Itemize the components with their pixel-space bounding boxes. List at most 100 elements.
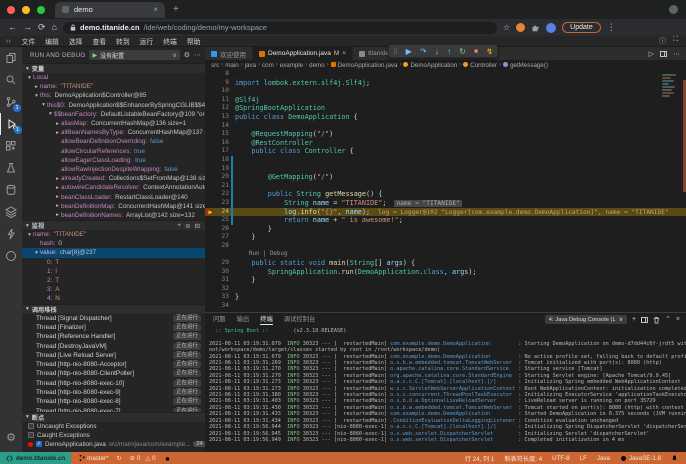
run-debug-icon[interactable]: 1 <box>0 113 23 135</box>
tree-row[interactable]: ▾this:DemoApplication$Controller@85 <box>22 91 205 100</box>
menu-item[interactable]: 转到 <box>111 36 135 46</box>
code-line[interactable]: 26 } <box>205 225 686 234</box>
code-editor[interactable]: 89import lombok.extern.slf4j.Slf4j;1011@… <box>205 70 686 312</box>
source-control-icon[interactable]: 1 <box>0 91 22 113</box>
debug-session-indicator[interactable] <box>164 455 171 462</box>
code-line[interactable]: 25 return name + " is awesome!"; <box>205 216 686 225</box>
menu-item[interactable]: 编辑 <box>40 36 64 46</box>
tree-row[interactable]: ▸beanDefinitionNames:ArrayList@142 size=… <box>22 211 205 220</box>
thread-row[interactable]: Thread [Reference Handler]正在运行 <box>22 332 205 341</box>
manage-gear-icon[interactable]: ⚙ <box>0 426 22 448</box>
database-icon[interactable] <box>0 179 22 201</box>
tree-row[interactable]: ▸alreadyCreated:Collections$SetFromMap@1… <box>22 174 205 183</box>
sync-indicator[interactable]: ↻ <box>117 455 122 462</box>
thread-row[interactable]: Thread [Finalizer]正在运行 <box>22 323 205 332</box>
restart-icon[interactable]: ↻ <box>459 47 466 56</box>
window-zoom-button[interactable] <box>37 6 45 14</box>
menu-item[interactable]: 运行 <box>135 36 159 46</box>
code-line[interactable]: 15 @RequestMapping("/") <box>205 130 686 139</box>
tree-row[interactable]: 1:I <box>22 267 205 276</box>
code-line[interactable]: 29 public static void main(String[] args… <box>205 259 686 268</box>
window-minimize-button[interactable] <box>22 6 30 14</box>
watch-section-header[interactable]: ▾ 监视 + ⊘ ⊟ <box>22 220 205 230</box>
step-into-icon[interactable]: ↓ <box>435 47 439 56</box>
split-editor-icon[interactable] <box>660 51 667 57</box>
bookmark-star-icon[interactable]: ☆ <box>503 23 510 32</box>
back-icon[interactable]: ← <box>8 23 17 32</box>
layers-icon[interactable] <box>0 201 22 223</box>
extensions-puzzle-icon[interactable] <box>531 23 540 32</box>
launch-config-dropdown[interactable]: ▶ 没有配置 ∨ <box>89 50 179 60</box>
breadcrumb-item[interactable]: main <box>225 62 238 69</box>
new-tab-button[interactable]: + <box>173 4 179 15</box>
tree-row[interactable]: 2:T <box>22 276 205 285</box>
codelens-run-debug[interactable]: Run | Debug <box>205 250 686 259</box>
menu-item[interactable]: 文件 <box>17 36 41 46</box>
thread-row[interactable]: Thread [Signal Dispatcher]正在运行 <box>22 314 205 323</box>
language-mode[interactable]: Java <box>597 455 610 462</box>
tree-row[interactable]: ▸beanClassLoader:RestartClassLoader@140 <box>22 192 205 201</box>
explorer-icon[interactable] <box>0 47 22 69</box>
code-line[interactable]: 34 <box>205 302 686 311</box>
code-line[interactable]: 9import lombok.extern.slf4j.Slf4j; <box>205 79 686 88</box>
extension-icon-orange[interactable] <box>516 23 525 32</box>
terminal-output[interactable]: :: Spring Boot :: (v2.3.10.RELEASE) 2021… <box>205 326 686 450</box>
thread-row[interactable]: Thread [DestroyJavaVM]正在运行 <box>22 341 205 350</box>
menu-item[interactable]: 选择 <box>64 36 88 46</box>
step-out-icon[interactable]: ↑ <box>447 47 451 56</box>
start-debug-icon[interactable]: ▶ <box>92 52 97 59</box>
forward-icon[interactable]: → <box>23 23 32 32</box>
tree-row[interactable]: 3:A <box>22 285 205 294</box>
browser-menu-kebab-icon[interactable]: ⋮ <box>607 23 616 32</box>
code-line[interactable]: 17 public class Controller { <box>205 147 686 156</box>
terminal-select-dropdown[interactable]: 4: Java Debug Console (L∨ <box>545 315 627 324</box>
tree-row[interactable]: hash:0 <box>22 239 205 248</box>
tree-row[interactable]: 4:N <box>22 294 205 303</box>
code-line[interactable]: 22 public String getMessage() { <box>205 190 686 199</box>
callstack-section-header[interactable]: ▾ 调用堆栈 <box>22 304 205 314</box>
tree-row[interactable]: allowEagerClassLoading:true <box>22 156 205 165</box>
layout-toggle-icon[interactable]: ⛶ <box>673 36 678 46</box>
encoding[interactable]: UTF-8 <box>552 455 570 462</box>
tree-row[interactable]: ▾Local <box>22 73 205 82</box>
split-terminal-icon[interactable] <box>641 317 648 323</box>
breadcrumb-item[interactable]: Controller <box>463 62 497 69</box>
code-line[interactable]: 11@Slf4j <box>205 96 686 105</box>
tree-row[interactable]: ▸name:"TITANIDE" <box>22 82 205 91</box>
feedback-icon[interactable]: ⓘ <box>659 36 666 46</box>
tab-search-icon[interactable] <box>669 5 678 14</box>
tree-row[interactable]: 0:T <box>22 258 205 267</box>
panel-tab-问题[interactable]: 问题 <box>213 314 226 325</box>
code-line[interactable]: 31 } <box>205 276 686 285</box>
breadcrumb-item[interactable]: src <box>211 62 219 69</box>
editor-more-actions-icon[interactable]: ⋯ <box>673 50 680 58</box>
tree-row[interactable]: ▸beanDefinitionMap:ConcurrentHashMap@141… <box>22 202 205 211</box>
code-line[interactable]: 32 <box>205 285 686 294</box>
search-icon[interactable] <box>0 69 22 91</box>
browser-update-button[interactable]: Update <box>562 22 601 33</box>
tab-close-icon[interactable]: × <box>153 5 158 14</box>
code-line[interactable]: 8 <box>205 70 686 79</box>
tree-row[interactable]: ▾$$beanFactory:DefaultListableBeanFactor… <box>22 110 205 119</box>
branch-indicator[interactable]: master* <box>79 454 108 462</box>
code-line[interactable]: 19 <box>205 165 686 174</box>
address-bar[interactable]: demo.titanide.cn/ide/web/coding/demo/my-… <box>63 22 497 34</box>
code-line[interactable]: 33} <box>205 293 686 302</box>
editor-tab[interactable]: DemoApplication.javaM× <box>253 47 353 60</box>
tree-row[interactable]: ▸aliasMap:ConcurrentHashMap@136 size=1 <box>22 119 205 128</box>
breadcrumb[interactable]: src›main›java›com›example›demo›DemoAppli… <box>205 60 686 70</box>
code-line[interactable]: 30 SpringApplication.run(DemoApplication… <box>205 268 686 277</box>
breadcrumb-item[interactable]: getMessage() <box>503 62 548 69</box>
code-line[interactable]: 23 String name = "TITANIDE";name = "TITA… <box>205 199 686 208</box>
code-line[interactable]: 18 <box>205 156 686 165</box>
debug-settings-gear-icon[interactable]: ⚙ <box>184 51 190 59</box>
thread-row[interactable]: Thread [http-nio-8080-exec-7]正在运行 <box>22 406 205 411</box>
editor-tab[interactable]: 欢迎使用 <box>205 47 253 60</box>
breadcrumb-item[interactable]: DemoApplication <box>403 62 457 69</box>
collapse-all-icon[interactable]: ⊟ <box>195 222 200 230</box>
java-runtime[interactable]: JavaSE-1.8 <box>620 455 661 462</box>
problems-indicator[interactable]: ⊘0 △0 <box>130 455 156 462</box>
account-icon[interactable] <box>0 245 22 267</box>
close-panel-icon[interactable]: × <box>676 316 680 323</box>
code-line[interactable]: 10 <box>205 87 686 96</box>
